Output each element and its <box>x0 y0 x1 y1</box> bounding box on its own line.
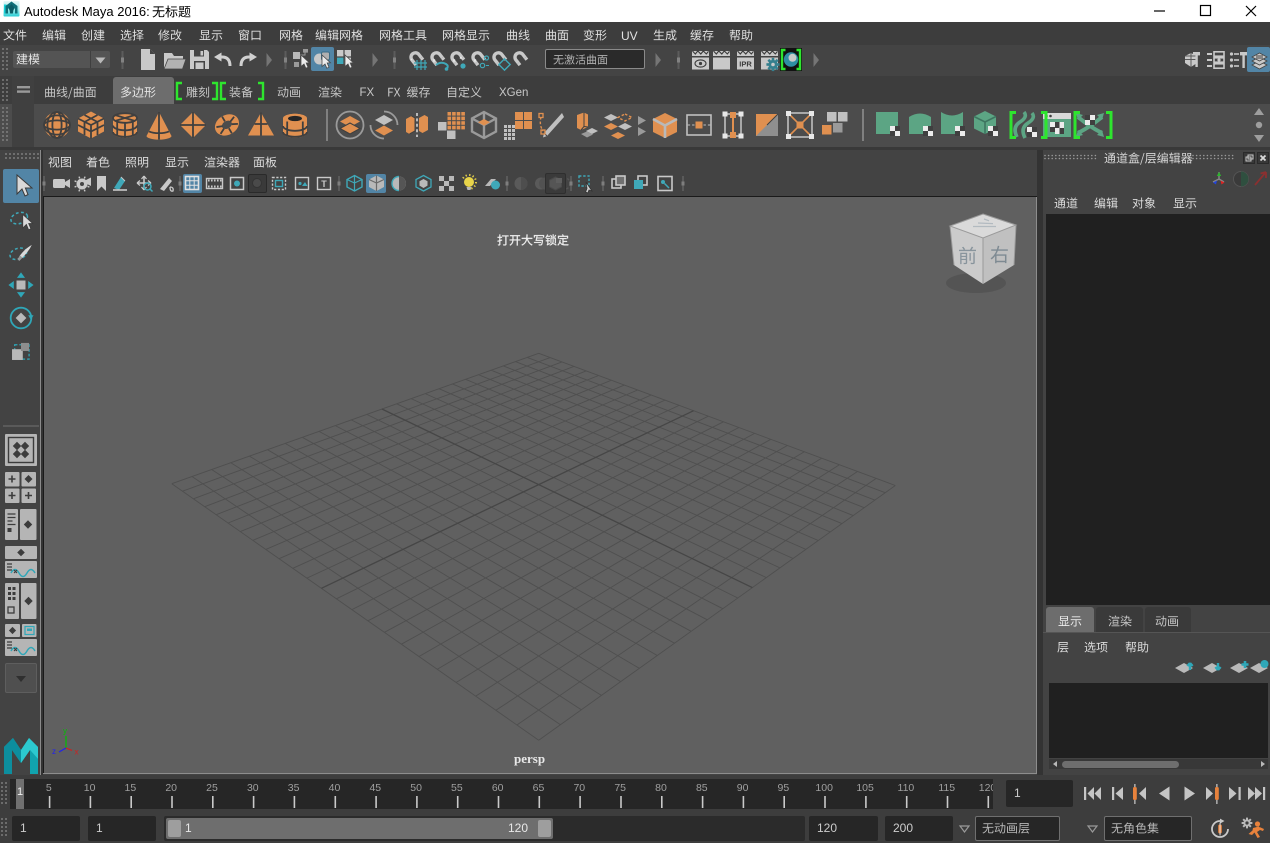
svg-text:x: x <box>75 748 79 757</box>
svg-text:T: T <box>321 179 327 189</box>
svg-text:75: 75 <box>614 782 626 794</box>
svg-text:95: 95 <box>778 782 790 794</box>
svg-text:120: 120 <box>979 782 993 794</box>
svg-text:45: 45 <box>369 782 381 794</box>
svg-text:90: 90 <box>737 782 749 794</box>
svg-text:50: 50 <box>410 782 422 794</box>
svg-text:55: 55 <box>451 782 463 794</box>
svg-text:5: 5 <box>46 782 52 794</box>
svg-text:115: 115 <box>938 782 955 794</box>
svg-text:IPR: IPR <box>739 60 752 69</box>
svg-text:y: y <box>63 727 67 736</box>
svg-text:z: z <box>52 747 56 756</box>
svg-text:110: 110 <box>898 782 915 794</box>
svg-text:10: 10 <box>84 782 96 794</box>
svg-text:105: 105 <box>856 782 874 794</box>
svg-text:40: 40 <box>329 782 341 794</box>
svg-text:60: 60 <box>492 782 504 794</box>
svg-text:85: 85 <box>696 782 708 794</box>
svg-text:35: 35 <box>288 782 300 794</box>
svg-text:80: 80 <box>655 782 667 794</box>
svg-text:20: 20 <box>165 782 177 794</box>
svg-text:65: 65 <box>533 782 545 794</box>
svg-text:30: 30 <box>247 782 259 794</box>
svg-text:15: 15 <box>125 782 137 794</box>
svg-text:25: 25 <box>206 782 218 794</box>
svg-text:100: 100 <box>815 782 833 794</box>
svg-text:70: 70 <box>573 782 585 794</box>
